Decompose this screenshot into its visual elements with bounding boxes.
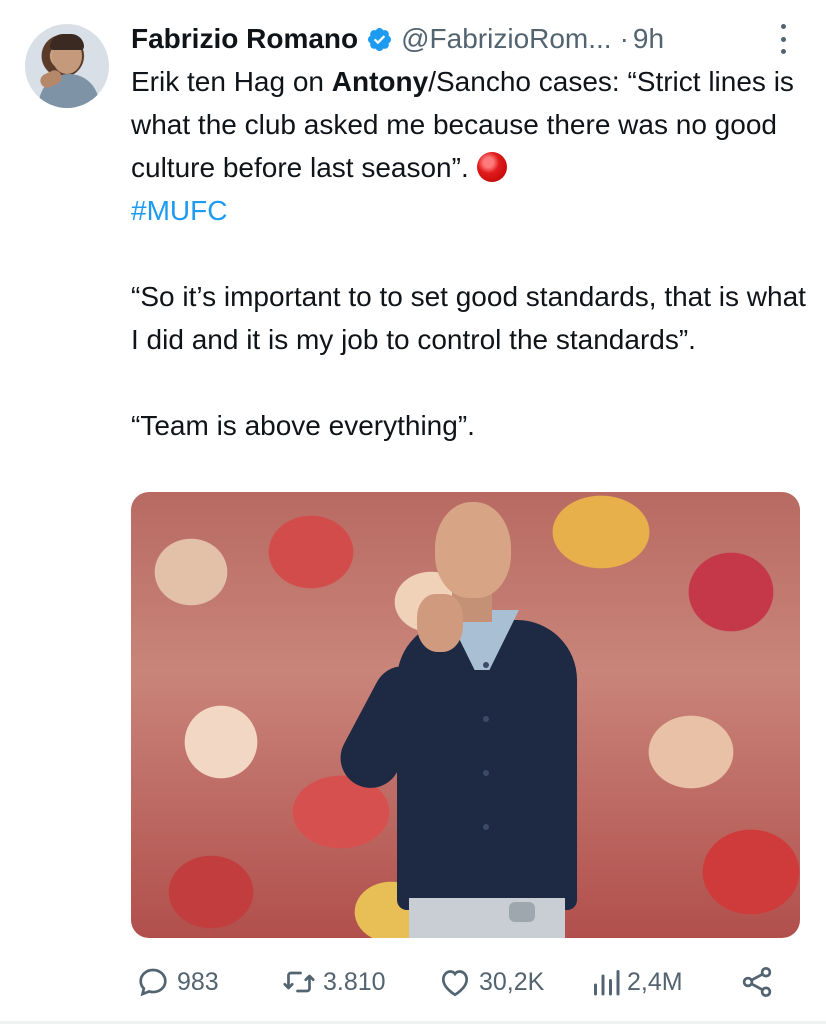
tweet-photo[interactable] — [131, 492, 800, 938]
author-handle[interactable]: @FabrizioRom... — [401, 23, 611, 55]
text-prefix: Erik ten Hag on — [131, 66, 332, 97]
views-button[interactable]: 2,4M — [591, 962, 683, 1002]
like-button[interactable]: 30,2K — [437, 962, 544, 1002]
retweet-icon — [283, 971, 315, 993]
verified-badge-icon — [368, 27, 392, 51]
retweet-count: 3.810 — [323, 967, 386, 996]
action-bar: 983 3.810 30,2K 2,4M — [131, 962, 791, 1002]
reply-count: 983 — [177, 967, 219, 996]
tweet-paragraph-1: Erik ten Hag on Antony/Sancho cases: “St… — [131, 60, 811, 232]
views-icon — [594, 970, 620, 996]
views-count: 2,4M — [627, 967, 683, 996]
photo-subject — [329, 502, 587, 938]
avatar-hair — [50, 34, 84, 50]
tweet[interactable]: Fabrizio Romano @FabrizioRom... · 9h Eri… — [0, 0, 826, 1024]
separator-dot: · — [619, 23, 629, 54]
share-icon — [742, 967, 772, 997]
more-options-icon[interactable] — [777, 24, 789, 54]
hashtag-link[interactable]: #MUFC — [131, 195, 227, 226]
retweet-button[interactable]: 3.810 — [281, 962, 386, 1002]
red-circle-emoji — [476, 152, 507, 182]
tweet-paragraph-2: “So it’s important to to set good standa… — [131, 281, 806, 355]
bold-name: Antony — [331, 66, 429, 97]
tweet-paragraph-3: “Team is above everything”. — [131, 410, 475, 441]
tweet-time[interactable]: 9h — [633, 23, 664, 55]
tweet-text: Erik ten Hag on Antony/Sancho cases: “St… — [131, 60, 811, 447]
reply-icon — [139, 968, 167, 997]
share-button[interactable] — [739, 962, 775, 1002]
like-count: 30,2K — [479, 967, 545, 996]
author-name[interactable]: Fabrizio Romano — [131, 23, 358, 55]
like-icon — [441, 970, 469, 997]
reply-button[interactable]: 983 — [135, 962, 219, 1002]
tweet-header: Fabrizio Romano @FabrizioRom... · 9h — [131, 22, 664, 56]
avatar[interactable] — [25, 24, 109, 108]
